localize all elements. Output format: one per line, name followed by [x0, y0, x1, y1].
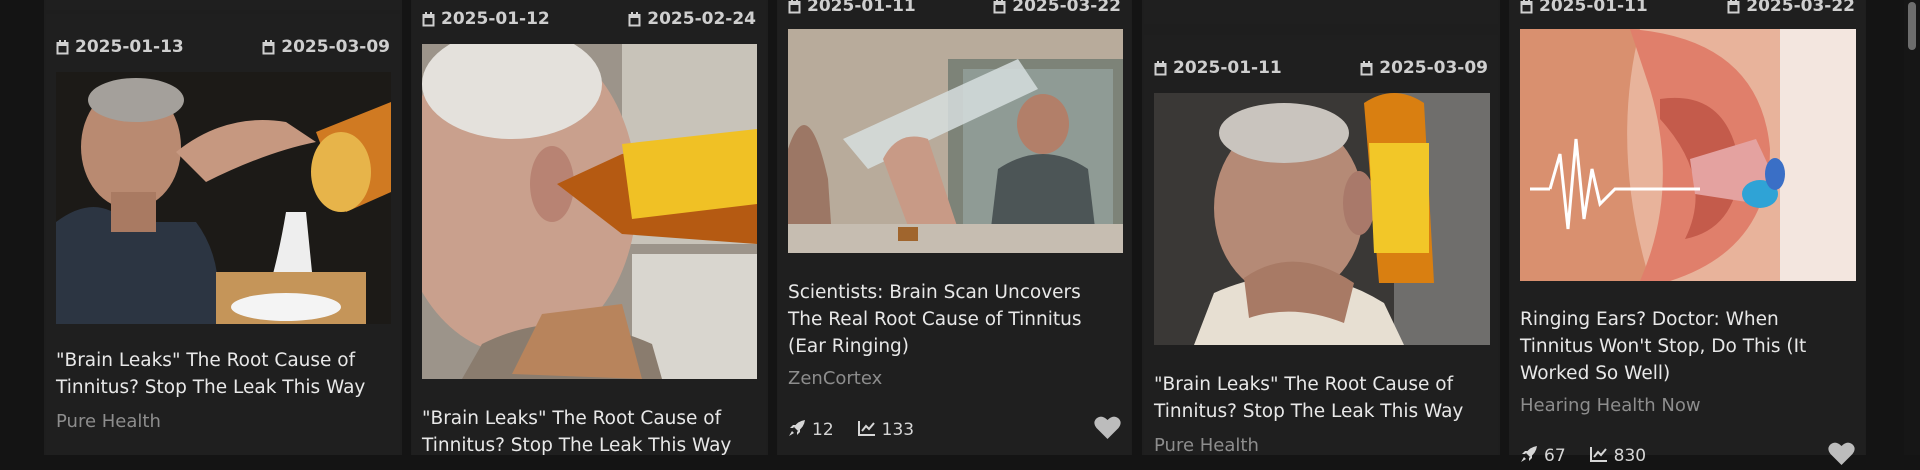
ad-thumbnail[interactable]: [788, 29, 1123, 253]
boost-count-text: 12: [812, 420, 834, 440]
rocket-icon: [788, 419, 806, 442]
advertiser-name[interactable]: Pure Health: [56, 411, 161, 432]
last-seen-date-text: 2025-03-22: [1012, 0, 1121, 16]
created-date-text: 2025-01-11: [1539, 0, 1648, 16]
calendar-icon: [1727, 0, 1740, 14]
ad-card[interactable]: 2025-01-13 2025-03-09 "Brain Leaks" The …: [46, 14, 400, 455]
calendar-icon: [1520, 0, 1533, 14]
last-seen-date: 2025-03-09: [1360, 58, 1488, 78]
last-seen-date-text: 2025-03-09: [281, 37, 390, 57]
boost-count: 67: [1520, 445, 1566, 468]
trend-icon: [857, 420, 876, 441]
calendar-icon: [993, 0, 1006, 14]
card-above-col4: [1144, 0, 1498, 24]
ad-title[interactable]: "Brain Leaks" The Root Cause of Tinnitus…: [56, 347, 390, 401]
created-date: 2025-01-13: [56, 37, 184, 57]
ad-thumbnail[interactable]: [56, 72, 391, 324]
advertiser-name[interactable]: ZenCortex: [788, 368, 882, 389]
view-count-text: 830: [1613, 446, 1647, 466]
view-count: 830: [1589, 446, 1647, 467]
rocket-icon: [1520, 445, 1538, 468]
calendar-icon: [628, 11, 641, 27]
last-seen-date: 2025-02-24: [628, 9, 756, 29]
advertiser-name[interactable]: Pure Health: [1154, 435, 1259, 456]
ad-card[interactable]: 2025-01-11 2025-03-09 "Brain Leaks" The …: [1144, 35, 1498, 456]
card-above-col1: [46, 0, 400, 10]
ad-card[interactable]: 2025-01-11 2025-03-22 Scientists: Brain …: [778, 0, 1131, 455]
calendar-icon: [262, 39, 275, 55]
ad-title[interactable]: "Brain Leaks" The Root Cause of Tinnitus…: [1154, 371, 1488, 425]
created-date-text: 2025-01-12: [441, 9, 550, 29]
ad-title[interactable]: "Brain Leaks" The Root Cause of Tinnitus…: [422, 405, 756, 459]
view-count: 133: [857, 420, 915, 441]
ad-title[interactable]: Scientists: Brain Scan Uncovers The Real…: [788, 279, 1121, 360]
calendar-icon: [1154, 60, 1167, 76]
last-seen-date-text: 2025-03-22: [1746, 0, 1855, 16]
created-date-text: 2025-01-11: [807, 0, 916, 16]
boost-count-text: 67: [1544, 446, 1566, 466]
last-seen-date: 2025-03-09: [262, 37, 390, 57]
created-date-text: 2025-01-13: [75, 37, 184, 57]
view-count-text: 133: [881, 420, 915, 440]
calendar-icon: [1360, 60, 1373, 76]
ad-card[interactable]: 2025-01-11 2025-03-22 Ringing Ears? Doct…: [1510, 0, 1865, 466]
heart-icon[interactable]: [1828, 442, 1855, 470]
scrollbar-thumb[interactable]: [1908, 2, 1916, 50]
ad-thumbnail[interactable]: [422, 44, 757, 379]
page-scrollbar[interactable]: [1904, 0, 1920, 455]
created-date: 2025-01-11: [1154, 58, 1282, 78]
ad-title[interactable]: Ringing Ears? Doctor: When Tinnitus Won'…: [1520, 306, 1855, 387]
last-seen-date: 2025-03-22: [993, 0, 1121, 16]
last-seen-date-text: 2025-03-09: [1379, 58, 1488, 78]
calendar-icon: [788, 0, 801, 14]
created-date-text: 2025-01-11: [1173, 58, 1282, 78]
last-seen-date: 2025-03-22: [1727, 0, 1855, 16]
ad-card[interactable]: 2025-01-12 2025-02-24 "Brain Leaks" The …: [412, 0, 766, 456]
ad-thumbnail[interactable]: [1154, 93, 1490, 345]
heart-icon[interactable]: [1094, 416, 1121, 444]
calendar-icon: [56, 39, 69, 55]
created-date: 2025-01-12: [422, 9, 550, 29]
ad-thumbnail[interactable]: [1520, 29, 1856, 281]
boost-count: 12: [788, 419, 834, 442]
calendar-icon: [422, 11, 435, 27]
trend-icon: [1589, 446, 1608, 467]
advertiser-name[interactable]: Hearing Health Now: [1520, 395, 1701, 416]
last-seen-date-text: 2025-02-24: [647, 9, 756, 29]
created-date: 2025-01-11: [1520, 0, 1648, 16]
created-date: 2025-01-11: [788, 0, 916, 16]
